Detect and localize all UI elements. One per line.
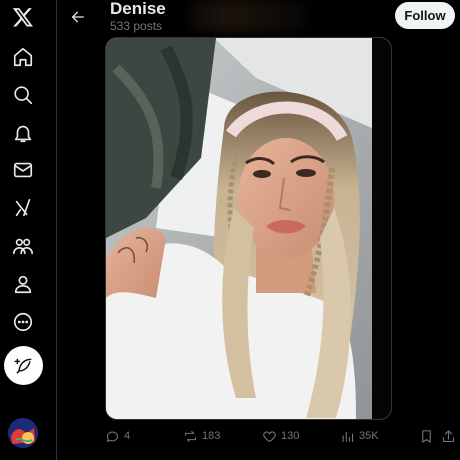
like-count: 130 <box>281 430 300 442</box>
bookmark-icon <box>422 429 431 443</box>
share-icon <box>442 429 455 442</box>
feather-plus-icon <box>14 358 31 373</box>
profile-name: Denise <box>110 0 166 18</box>
grok-icon[interactable] <box>10 195 36 221</box>
like-button[interactable]: 130 <box>262 426 299 446</box>
tweet-photo[interactable] <box>106 38 391 419</box>
bell-icon[interactable] <box>10 120 36 146</box>
bookmark-button[interactable] <box>419 426 434 446</box>
tweet-media[interactable] <box>105 37 392 420</box>
back-button[interactable] <box>65 4 91 30</box>
mail-icon[interactable] <box>10 157 36 183</box>
views-chart-icon <box>342 431 354 442</box>
repost-icon <box>184 430 197 442</box>
banner-preview <box>187 0 307 32</box>
post-count: 533 posts <box>110 19 163 33</box>
avatar[interactable] <box>8 418 38 448</box>
reply-icon <box>106 431 119 442</box>
arrow-left-icon <box>72 11 84 23</box>
share-button[interactable] <box>441 426 456 446</box>
views-button[interactable]: 35K <box>340 426 379 446</box>
communities-icon[interactable] <box>10 233 36 259</box>
reply-count: 4 <box>124 430 131 442</box>
sidebar <box>0 0 57 460</box>
search-icon[interactable] <box>10 82 36 108</box>
tweet-actions: 4 183 130 35K <box>105 426 455 446</box>
home-icon[interactable] <box>10 44 36 70</box>
profile-icon[interactable] <box>10 271 36 297</box>
repost-count: 183 <box>202 430 221 442</box>
view-count: 35K <box>359 430 379 442</box>
follow-button[interactable]: Follow <box>395 2 455 29</box>
x-logo-icon[interactable] <box>10 4 36 30</box>
reply-button[interactable]: 4 <box>105 426 130 446</box>
profile-header: Denise 533 posts Follow <box>57 0 460 36</box>
heart-icon <box>263 430 276 442</box>
repost-button[interactable]: 183 <box>183 426 220 446</box>
more-icon[interactable] <box>10 309 36 335</box>
post-button[interactable] <box>4 346 43 385</box>
main-column: Denise 533 posts Follow 4 183 130 35K <box>57 0 460 460</box>
